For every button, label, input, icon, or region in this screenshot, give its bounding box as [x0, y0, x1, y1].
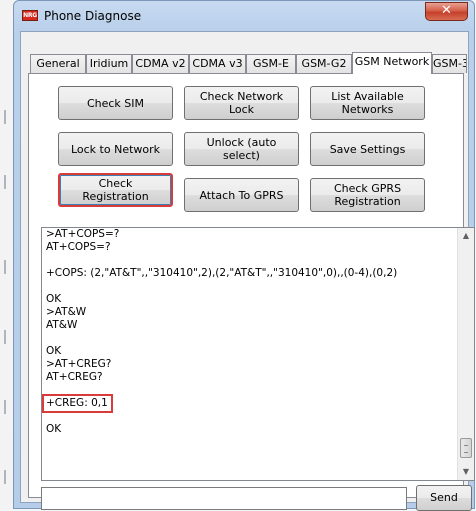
close-button[interactable]: ✕: [425, 2, 468, 21]
window-title: Phone Diagnose: [44, 9, 142, 23]
check-gprs-registration-button[interactable]: Check GPRS Registration: [310, 178, 425, 212]
attach-to-gprs-button[interactable]: Attach To GPRS: [184, 178, 299, 212]
console-line: OK: [46, 345, 62, 357]
console-line: >AT&W: [46, 306, 87, 318]
tab-gsm-e[interactable]: GSM-E: [246, 54, 296, 73]
console-line: AT+CREG?: [46, 371, 103, 383]
tab-gsm-network[interactable]: GSM Network: [352, 52, 432, 74]
scroll-up-icon[interactable]: ▲: [458, 228, 474, 244]
check-registration-button[interactable]: Check Registration: [58, 173, 173, 207]
check-sim-button[interactable]: Check SIM: [58, 86, 173, 120]
unlock-auto-select-button[interactable]: Unlock (auto select): [184, 132, 299, 166]
app-icon: NRG: [22, 10, 38, 21]
console-line: AT&W: [46, 319, 78, 331]
console-scrollbar[interactable]: ▲ ▼: [457, 228, 474, 480]
tab-gsm-g2[interactable]: GSM-G2: [296, 54, 352, 73]
command-input[interactable]: [41, 487, 407, 510]
console-line: +COPS: (2,"AT&T",,"310410",2),(2,"AT&T",…: [46, 267, 398, 279]
console-output[interactable]: >AT+COPS=? AT+COPS=? +COPS: (2,"AT&T",,"…: [41, 227, 475, 481]
console-line: >AT+COPS=?: [46, 228, 120, 240]
tab-cdma-v3[interactable]: CDMA v3: [189, 54, 246, 73]
save-settings-button[interactable]: Save Settings: [310, 132, 425, 166]
title-bar[interactable]: NRG Phone Diagnose ✕: [14, 1, 474, 31]
list-available-networks-button[interactable]: List Available Networks: [310, 86, 425, 120]
tab-iridium[interactable]: Iridium: [86, 54, 132, 73]
console-line: OK: [46, 423, 62, 435]
console-line: OK: [46, 293, 62, 305]
lock-to-network-button[interactable]: Lock to Network: [58, 132, 173, 166]
tab-general[interactable]: General: [30, 54, 86, 73]
phone-diagnose-window: NRG Phone Diagnose ✕ General Iridium CDM…: [13, 0, 475, 511]
desktop-edge: [0, 0, 13, 510]
client-area: General Iridium CDMA v2 CDMA v3 GSM-E GS…: [20, 31, 475, 511]
console-line: AT+COPS=?: [46, 241, 111, 253]
check-network-lock-button[interactable]: Check Network Lock: [184, 86, 299, 120]
send-button[interactable]: Send: [416, 485, 472, 511]
tab-gsm-3g[interactable]: GSM-3G: [432, 54, 467, 73]
close-icon: ✕: [441, 3, 452, 18]
scroll-down-icon[interactable]: ▼: [458, 464, 474, 480]
tab-cdma-v2[interactable]: CDMA v2: [132, 54, 189, 73]
scroll-thumb[interactable]: [460, 438, 472, 458]
creg-highlight-box: [42, 394, 113, 413]
console-line: >AT+CREG?: [46, 358, 112, 370]
